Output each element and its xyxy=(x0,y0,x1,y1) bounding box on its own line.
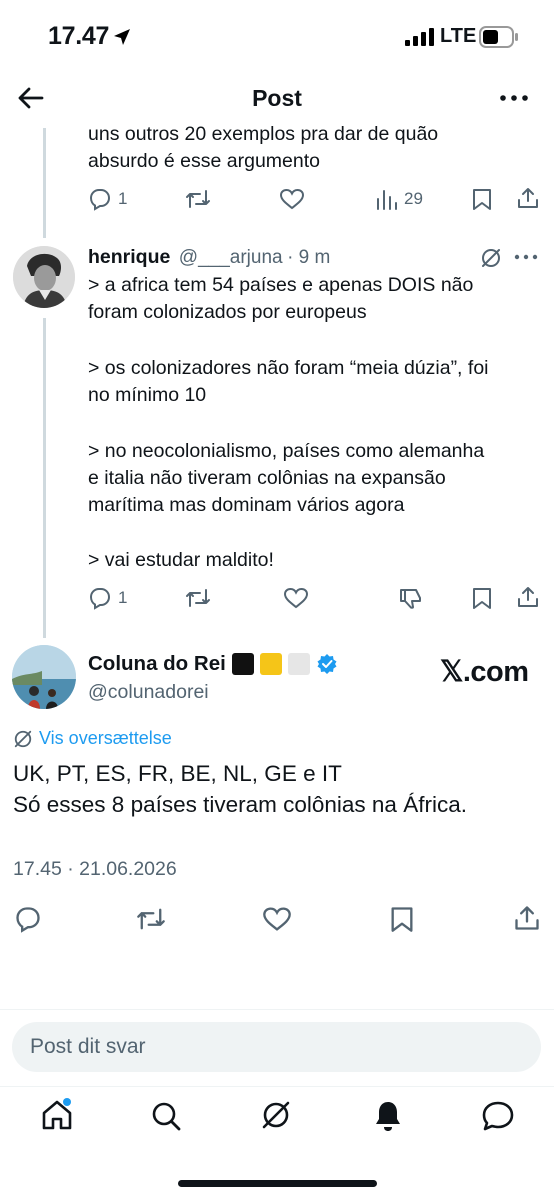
cellular-signal-icon xyxy=(405,28,435,46)
share-button[interactable] xyxy=(513,904,541,932)
share-button[interactable] xyxy=(516,186,540,210)
downvote-button[interactable] xyxy=(398,586,424,610)
post-timestamp: 17.45 · 21.06.2026 xyxy=(13,858,177,880)
home-icon xyxy=(42,1098,72,1130)
heart-icon xyxy=(283,587,309,609)
views-count: 29 xyxy=(404,189,423,208)
reply-icon xyxy=(89,588,111,610)
bell-icon xyxy=(376,1102,400,1131)
tweet-text-line: foram colonizados por europeus xyxy=(88,301,367,323)
verified-badge-icon xyxy=(317,654,337,674)
tweet-text-line: marítima mas dominam vários agora xyxy=(88,494,405,516)
reply-button[interactable]: 1 xyxy=(88,586,127,610)
share-icon xyxy=(518,188,538,208)
reply-icon xyxy=(16,907,40,933)
bookmark-icon xyxy=(473,588,491,609)
author-name[interactable]: henrique xyxy=(88,246,170,268)
status-time: 17.47 xyxy=(48,22,110,50)
tweet-text-line: e italia não tiveram colônias na expansã… xyxy=(88,467,446,489)
nav-home[interactable] xyxy=(40,1098,74,1132)
more-icon xyxy=(514,254,538,260)
nav-messages[interactable] xyxy=(481,1100,515,1132)
nav-search[interactable] xyxy=(150,1100,182,1132)
tweet-text-line: > os colonizadores não foram “meia dúzia… xyxy=(88,357,489,379)
tweet-author: henrique @___arjuna · 9 m xyxy=(88,246,330,269)
tweet-text-line: absurdo é esse argumento xyxy=(88,150,320,172)
post-text-line: UK, PT, ES, FR, BE, NL, GE e IT xyxy=(13,761,342,786)
grok-icon xyxy=(14,730,32,747)
tweet-text-line: no mínimo 10 xyxy=(88,384,207,406)
black-square-emoji xyxy=(231,653,254,675)
retweet-icon xyxy=(137,908,165,930)
divider xyxy=(0,1086,554,1087)
author-handle[interactable]: @colunadorei xyxy=(88,681,209,704)
grok-icon xyxy=(262,1101,290,1129)
tweet-time: · 9 m xyxy=(287,247,331,268)
reply-button[interactable]: 1 xyxy=(88,187,127,211)
reply-count: 1 xyxy=(118,588,128,607)
author-name: Coluna do Rei xyxy=(88,652,226,675)
share-button[interactable] xyxy=(516,585,540,609)
reply-placeholder: Post dit svar xyxy=(30,1035,146,1058)
avatar[interactable] xyxy=(13,246,75,308)
thumbs-down-icon xyxy=(400,589,421,609)
nav-notifications[interactable] xyxy=(372,1099,404,1133)
retweet-button[interactable] xyxy=(185,187,211,211)
x-com-watermark: 𝕏.com xyxy=(440,656,529,688)
grok-button[interactable] xyxy=(480,247,502,269)
reply-button[interactable] xyxy=(14,905,42,933)
network-type: LTE xyxy=(440,25,477,47)
views-icon xyxy=(377,190,397,210)
bookmark-button[interactable] xyxy=(389,905,415,933)
grok-icon xyxy=(482,249,500,267)
home-indicator xyxy=(178,1180,377,1187)
page-title: Post xyxy=(252,85,302,111)
messages-icon xyxy=(482,1101,514,1131)
reply-icon xyxy=(89,189,111,211)
more-icon xyxy=(500,95,528,101)
share-icon xyxy=(515,906,539,930)
heart-icon xyxy=(279,188,305,210)
more-options-button[interactable] xyxy=(496,85,532,111)
bookmark-button[interactable] xyxy=(471,187,493,211)
share-icon xyxy=(518,587,538,607)
post-text-line: Só esses 8 países tiveram colônias na Áf… xyxy=(13,792,467,817)
tweet-text-line: > no neocolonialismo, países como aleman… xyxy=(88,440,485,462)
thread-connector xyxy=(43,318,46,638)
bookmark-icon xyxy=(391,907,413,932)
heart-icon xyxy=(263,907,291,931)
bookmark-icon xyxy=(473,189,491,210)
retweet-button[interactable] xyxy=(136,905,166,933)
post-author[interactable]: Coluna do Rei xyxy=(88,652,338,676)
nav-grok[interactable] xyxy=(260,1099,292,1131)
tweet-more-button[interactable] xyxy=(514,254,538,260)
battery-icon xyxy=(479,26,519,48)
tweet-text-line: uns outros 20 exemplos pra dar de quão xyxy=(88,123,439,145)
retweet-icon xyxy=(186,589,210,607)
thread-connector xyxy=(43,128,46,238)
tweet-text-line: > vai estudar maldito! xyxy=(88,549,274,571)
translate-link[interactable]: Vis oversættelse xyxy=(13,728,172,749)
reply-count: 1 xyxy=(118,189,128,208)
like-button[interactable] xyxy=(283,586,309,610)
yellow-square-emoji xyxy=(259,653,282,675)
avatar[interactable] xyxy=(12,645,76,709)
retweet-button[interactable] xyxy=(185,586,211,610)
author-handle[interactable]: @___arjuna xyxy=(179,247,283,268)
translate-label: Vis oversættelse xyxy=(39,728,172,748)
views-button[interactable]: 29 xyxy=(376,187,423,211)
like-button[interactable] xyxy=(262,905,292,933)
tweet-text-line: > a africa tem 54 países e apenas DOIS n… xyxy=(88,274,474,296)
bookmark-button[interactable] xyxy=(471,586,493,610)
divider xyxy=(0,1009,554,1010)
retweet-icon xyxy=(186,190,210,208)
white-square-emoji xyxy=(287,653,310,675)
location-arrow-icon xyxy=(112,27,132,47)
search-icon xyxy=(152,1102,181,1131)
like-button[interactable] xyxy=(279,187,305,211)
